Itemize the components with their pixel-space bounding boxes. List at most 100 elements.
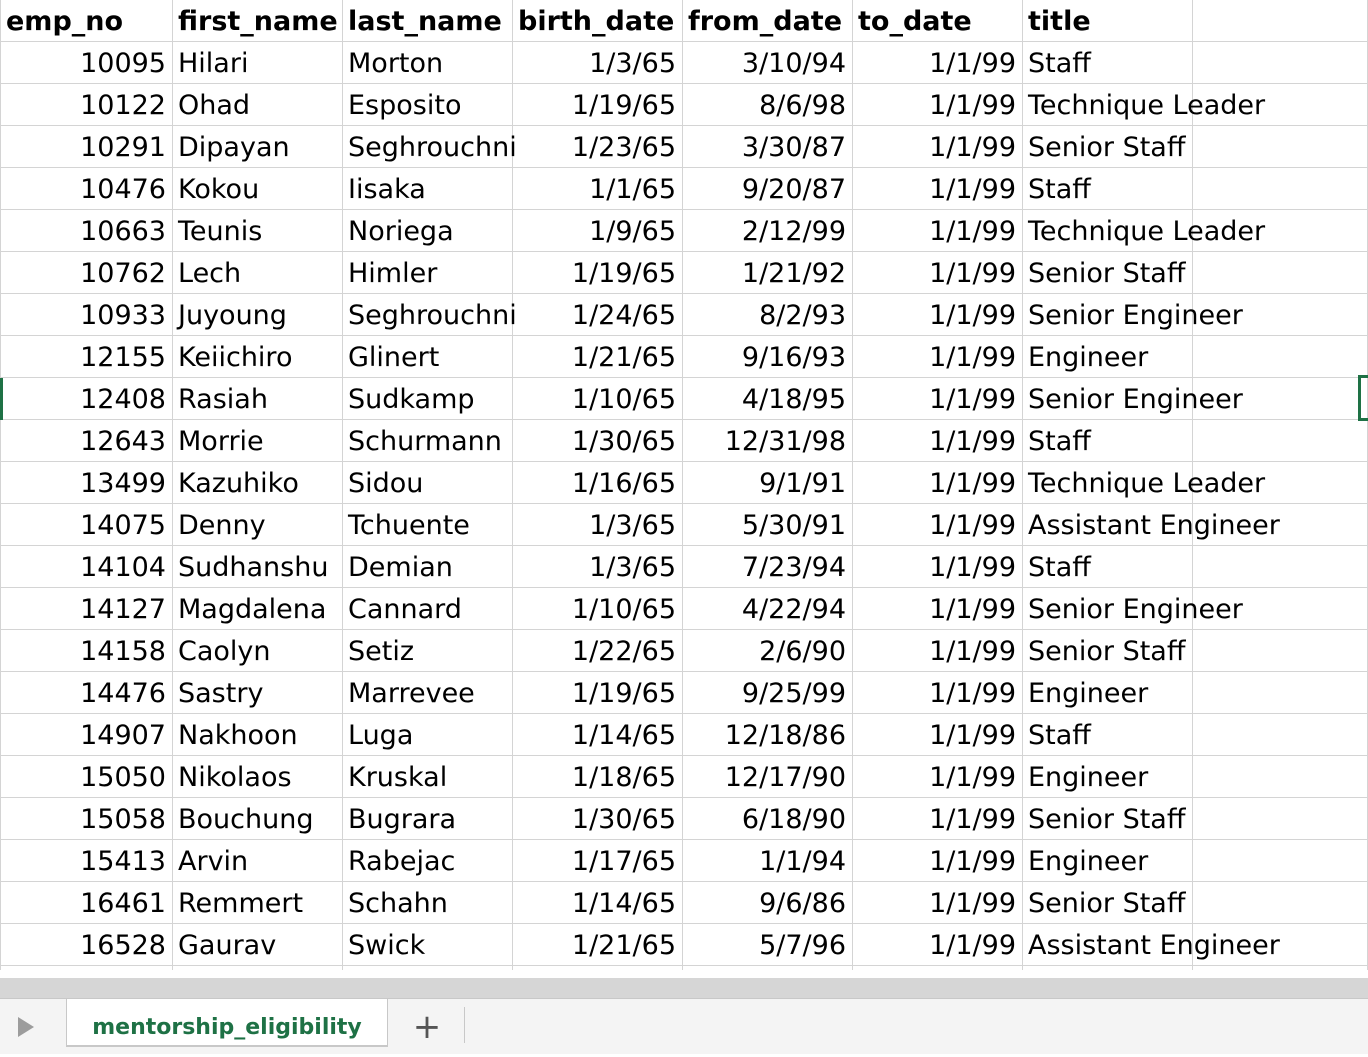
first-name-cell[interactable]: Morrie <box>172 420 342 462</box>
first-name-cell[interactable]: Teunis <box>172 210 342 252</box>
to-date-cell[interactable]: 1/1/99 <box>852 714 1022 756</box>
emp-no-cell[interactable]: 10095 <box>0 42 172 84</box>
emp-no-cell[interactable]: 15058 <box>0 798 172 840</box>
to-date-cell[interactable]: 1/1/99 <box>852 504 1022 546</box>
birth-date-cell[interactable]: 1/10/65 <box>512 588 682 630</box>
emp-no-cell[interactable]: 13499 <box>0 462 172 504</box>
from-date-cell[interactable]: 9/16/93 <box>682 336 852 378</box>
empty-cell[interactable] <box>1192 0 1368 42</box>
first-name-cell[interactable]: Rasiah <box>172 378 342 420</box>
birth-date-cell[interactable]: 1/17/65 <box>512 840 682 882</box>
empty-cell[interactable] <box>1192 546 1368 588</box>
empty-cell[interactable] <box>1192 378 1368 420</box>
column-header-to-date[interactable]: to_date <box>852 0 1022 42</box>
emp-no-cell[interactable]: 14158 <box>0 630 172 672</box>
to-date-cell[interactable]: 1/1/99 <box>852 210 1022 252</box>
column-header-birth-date[interactable]: birth_date <box>512 0 682 42</box>
birth-date-cell[interactable]: 1/23/65 <box>512 126 682 168</box>
last-name-cell[interactable]: Cannard <box>342 588 512 630</box>
last-name-cell[interactable]: Kruskal <box>342 756 512 798</box>
first-name-cell[interactable]: Nikolaos <box>172 756 342 798</box>
from-date-cell[interactable]: 7/23/94 <box>682 546 852 588</box>
last-name-cell[interactable]: Glinert <box>342 336 512 378</box>
empty-cell[interactable] <box>1192 168 1368 210</box>
to-date-cell[interactable]: 1/1/99 <box>852 924 1022 966</box>
birth-date-cell[interactable]: 1/14/65 <box>512 714 682 756</box>
from-date-cell[interactable]: 6/18/90 <box>682 798 852 840</box>
column-header-last-name[interactable]: last_name <box>342 0 512 42</box>
emp-no-cell[interactable]: 15413 <box>0 840 172 882</box>
empty-cell[interactable] <box>1192 462 1368 504</box>
empty-cell[interactable] <box>1192 252 1368 294</box>
birth-date-cell[interactable]: 1/3/65 <box>512 42 682 84</box>
empty-cell[interactable] <box>1192 756 1368 798</box>
empty-cell[interactable] <box>1192 714 1368 756</box>
from-date-cell[interactable]: 9/25/99 <box>682 672 852 714</box>
last-name-cell[interactable]: Iisaka <box>342 168 512 210</box>
emp-no-cell[interactable]: 10291 <box>0 126 172 168</box>
from-date-cell[interactable]: 9/6/86 <box>682 882 852 924</box>
empty-cell[interactable] <box>1192 294 1368 336</box>
first-name-cell[interactable]: Hilari <box>172 42 342 84</box>
to-date-cell[interactable]: 1/1/99 <box>852 294 1022 336</box>
to-date-cell[interactable]: 1/1/99 <box>852 252 1022 294</box>
horizontal-scrollbar[interactable] <box>0 978 1368 998</box>
emp-no-cell[interactable]: 14907 <box>0 714 172 756</box>
from-date-cell[interactable]: 2/6/90 <box>682 630 852 672</box>
from-date-cell[interactable]: 8/2/93 <box>682 294 852 336</box>
from-date-cell[interactable]: 1/1/94 <box>682 840 852 882</box>
to-date-cell[interactable]: 1/1/99 <box>852 378 1022 420</box>
birth-date-cell[interactable]: 1/18/65 <box>512 756 682 798</box>
birth-date-cell[interactable]: 1/21/65 <box>512 336 682 378</box>
empty-cell[interactable] <box>1192 126 1368 168</box>
plus-icon[interactable]: + <box>408 1003 446 1047</box>
last-name-cell[interactable]: Demian <box>342 546 512 588</box>
from-date-cell[interactable]: 8/6/98 <box>682 84 852 126</box>
emp-no-cell[interactable]: 12408 <box>0 378 172 420</box>
first-name-cell[interactable]: Juyoung <box>172 294 342 336</box>
empty-cell[interactable] <box>1192 840 1368 882</box>
first-name-cell[interactable]: Gaurav <box>172 924 342 966</box>
last-name-cell[interactable]: Rabejac <box>342 840 512 882</box>
to-date-cell[interactable]: 1/1/99 <box>852 168 1022 210</box>
to-date-cell[interactable]: 1/1/99 <box>852 42 1022 84</box>
from-date-cell[interactable]: 5/30/91 <box>682 504 852 546</box>
birth-date-cell[interactable]: 1/9/65 <box>512 210 682 252</box>
to-date-cell[interactable]: 1/1/99 <box>852 546 1022 588</box>
from-date-cell[interactable]: 3/30/87 <box>682 126 852 168</box>
to-date-cell[interactable]: 1/1/99 <box>852 672 1022 714</box>
last-name-cell[interactable]: Noriega <box>342 210 512 252</box>
to-date-cell[interactable]: 1/1/99 <box>852 126 1022 168</box>
empty-cell[interactable] <box>1192 672 1368 714</box>
empty-cell[interactable] <box>1192 798 1368 840</box>
birth-date-cell[interactable]: 1/10/65 <box>512 378 682 420</box>
emp-no-cell[interactable]: 10933 <box>0 294 172 336</box>
first-name-cell[interactable]: Ohad <box>172 84 342 126</box>
empty-cell[interactable] <box>1192 504 1368 546</box>
last-name-cell[interactable]: Schahn <box>342 882 512 924</box>
last-name-cell[interactable]: Esposito <box>342 84 512 126</box>
first-name-cell[interactable]: Nakhoon <box>172 714 342 756</box>
spreadsheet-grid[interactable]: emp_no first_name last_name birth_date f… <box>0 0 1368 970</box>
to-date-cell[interactable]: 1/1/99 <box>852 588 1022 630</box>
empty-cell[interactable] <box>1192 42 1368 84</box>
last-name-cell[interactable]: Setiz <box>342 630 512 672</box>
last-name-cell[interactable]: Sudkamp <box>342 378 512 420</box>
from-date-cell[interactable]: 3/10/94 <box>682 42 852 84</box>
empty-cell[interactable] <box>1192 924 1368 966</box>
empty-cell[interactable] <box>1192 630 1368 672</box>
last-name-cell[interactable]: Himler <box>342 252 512 294</box>
emp-no-cell[interactable]: 16461 <box>0 882 172 924</box>
first-name-cell[interactable]: Dipayan <box>172 126 342 168</box>
last-name-cell[interactable]: Swick <box>342 924 512 966</box>
last-name-cell[interactable]: Sidou <box>342 462 512 504</box>
column-header-from-date[interactable]: from_date <box>682 0 852 42</box>
last-name-cell[interactable]: Bugrara <box>342 798 512 840</box>
to-date-cell[interactable]: 1/1/99 <box>852 336 1022 378</box>
column-header-first-name[interactable]: first_name <box>172 0 342 42</box>
from-date-cell[interactable]: 9/1/91 <box>682 462 852 504</box>
empty-cell[interactable] <box>1192 336 1368 378</box>
birth-date-cell[interactable]: 1/21/65 <box>512 924 682 966</box>
last-name-cell[interactable]: Tchuente <box>342 504 512 546</box>
from-date-cell[interactable]: 4/18/95 <box>682 378 852 420</box>
